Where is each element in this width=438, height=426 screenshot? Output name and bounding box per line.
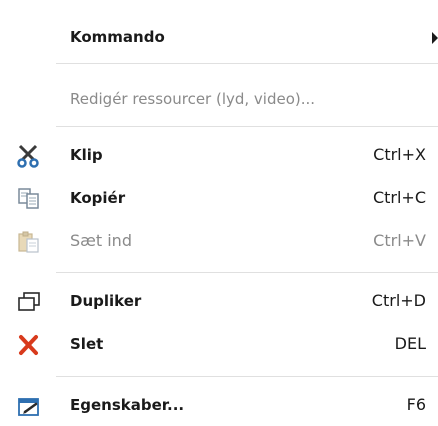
menu-item-label: Dupliker: [70, 292, 142, 310]
shortcut-label: DEL: [394, 334, 426, 353]
scissors-icon: [16, 144, 42, 168]
paste-icon: [16, 230, 42, 254]
menu-item-cut[interactable]: Klip Ctrl+X: [0, 136, 438, 176]
menu-item-duplicate[interactable]: Dupliker Ctrl+D: [0, 282, 438, 322]
properties-icon: [16, 394, 42, 418]
menu-item-label: Egenskaber...: [70, 396, 185, 414]
shortcut-label: Ctrl+X: [373, 145, 426, 164]
delete-icon: [16, 333, 42, 357]
menu-item-label: Sæt ind: [70, 231, 132, 250]
menu-item-kommando[interactable]: Kommando: [0, 18, 438, 58]
menu-item-label: Redigér ressourcer (lyd, video)...: [70, 90, 316, 108]
shortcut-label: F6: [406, 395, 426, 414]
shortcut-label: Ctrl+D: [371, 291, 426, 310]
menu-separator: [56, 126, 438, 127]
menu-item-delete[interactable]: Slet DEL: [0, 325, 438, 365]
menu-separator: [56, 376, 438, 377]
context-menu: Kommando Redigér ressourcer (lyd, video)…: [0, 0, 438, 424]
copy-icon: [16, 187, 42, 211]
menu-item-properties[interactable]: Egenskaber... F6: [0, 386, 438, 426]
menu-item-paste[interactable]: Sæt ind Ctrl+V: [0, 222, 438, 262]
shortcut-label: Ctrl+V: [373, 231, 426, 250]
shortcut-label: Ctrl+C: [372, 188, 426, 207]
menu-item-copy[interactable]: Kopiér Ctrl+C: [0, 179, 438, 219]
submenu-arrow-icon: [432, 32, 438, 44]
menu-separator: [56, 63, 438, 64]
menu-item-label: Kommando: [70, 28, 165, 46]
menu-item-edit-resources[interactable]: Redigér ressourcer (lyd, video)...: [0, 80, 438, 120]
menu-item-label: Kopiér: [70, 189, 126, 207]
menu-separator: [56, 272, 438, 273]
menu-item-label: Klip: [70, 146, 103, 164]
duplicate-icon: [16, 290, 42, 314]
menu-item-label: Slet: [70, 335, 104, 353]
